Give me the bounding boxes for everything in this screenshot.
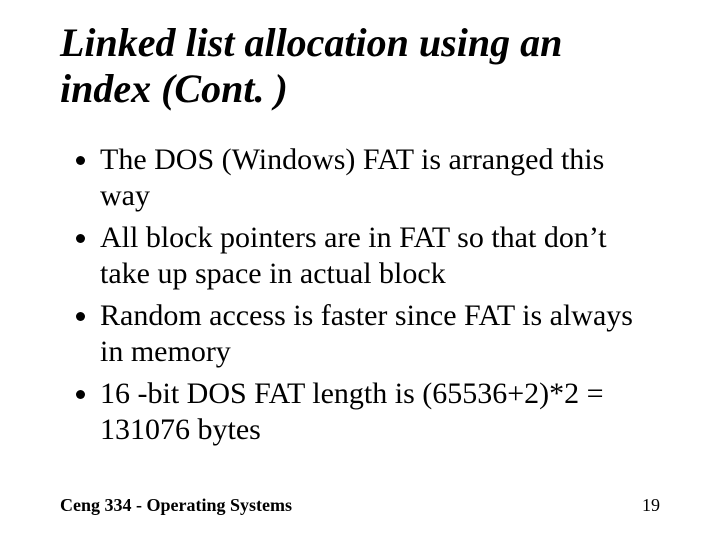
footer-course: Ceng 334 - Operating Systems: [60, 495, 292, 516]
slide: Linked list allocation using an index (C…: [0, 0, 720, 540]
list-item: The DOS (Windows) FAT is arranged this w…: [100, 142, 660, 214]
footer-page-number: 19: [642, 495, 660, 516]
bullet-list: The DOS (Windows) FAT is arranged this w…: [60, 142, 660, 448]
list-item: Random access is faster since FAT is alw…: [100, 298, 660, 370]
slide-title: Linked list allocation using an index (C…: [60, 20, 660, 112]
list-item: All block pointers are in FAT so that do…: [100, 220, 660, 292]
list-item: 16 -bit DOS FAT length is (65536+2)*2 = …: [100, 376, 660, 448]
